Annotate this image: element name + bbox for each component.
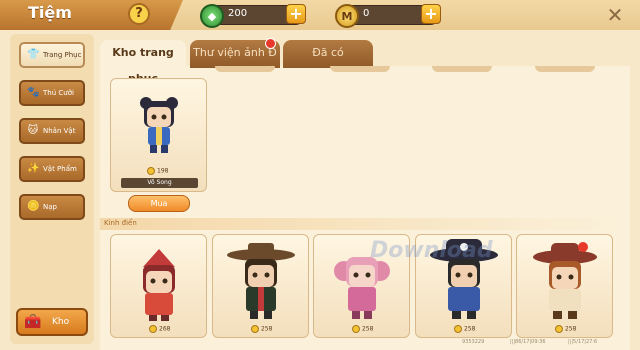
sidebar-item-nap[interactable]: 🪙 Nạp [19, 194, 85, 220]
section-divider [100, 218, 630, 230]
topup-icon: 🪙 [27, 201, 40, 212]
page-title: Tiệm [28, 3, 72, 22]
sidebar-item-label: Nhân Vật [43, 127, 76, 135]
footer-text: |||5/17|27:6 [568, 339, 598, 345]
coin-balance: M 0 + [335, 4, 441, 28]
outfit-card[interactable]: 258 [212, 234, 309, 338]
sidebar: 👕 Trang Phục 🐾 Thú Cưỡi 🐱 Nhân Vật ✨ Vật… [10, 34, 94, 344]
title-banner: Tiệm [0, 0, 183, 30]
help-button[interactable]: ? [128, 3, 150, 25]
tab-label: Thư viện ảnh Đ [193, 46, 277, 59]
card-edge [535, 66, 595, 72]
coin-icon: M [335, 4, 359, 28]
sidebar-item-thu-cuoi[interactable]: 🐾 Thú Cưỡi [19, 80, 85, 106]
coin-icon [251, 325, 259, 333]
add-coin-button[interactable]: + [421, 4, 441, 24]
close-button[interactable]: ✕ [604, 4, 626, 26]
kho-button[interactable]: 🧰 Kho [16, 308, 88, 336]
tab-da-co[interactable]: Đã có [283, 40, 373, 68]
sidebar-item-label: Vật Phẩm [43, 165, 77, 173]
gem-balance: ◆ 200 + [200, 4, 306, 28]
shirt-icon: 👕 [27, 49, 40, 60]
price: 258 [555, 325, 576, 333]
card-edge [215, 66, 275, 72]
sidebar-item-trang-phuc[interactable]: 👕 Trang Phục [19, 42, 85, 68]
outfit-card[interactable]: 268 [110, 234, 207, 338]
tab-thu-vien-anh[interactable]: Thư viện ảnh Đ [190, 38, 280, 68]
character-portrait [142, 249, 175, 321]
price: 198 [147, 167, 168, 175]
footer-text: |||86/17|09:36 [510, 339, 546, 345]
price: 258 [352, 325, 373, 333]
coin-icon [454, 325, 462, 333]
coin-icon [555, 325, 563, 333]
footer-text: 9353229 [462, 339, 485, 345]
character-portrait [226, 243, 295, 319]
coin-icon [149, 325, 157, 333]
sidebar-item-label: Nạp [43, 203, 57, 211]
sidebar-item-vat-pham[interactable]: ✨ Vật Phẩm [19, 156, 85, 182]
section-label: Kinh điển [104, 219, 137, 227]
character-portrait [532, 242, 597, 319]
outfit-card[interactable]: 258 [516, 234, 613, 338]
coin-value: 0 [363, 8, 370, 19]
sidebar-item-nhan-vat[interactable]: 🐱 Nhân Vật [19, 118, 85, 144]
character-icon: 🐱 [27, 125, 39, 136]
character-vo-song [139, 97, 178, 153]
coin-icon [352, 325, 360, 333]
card-edge [432, 66, 492, 72]
gem-value: 200 [228, 8, 248, 19]
buy-button[interactable]: Mua [128, 195, 190, 212]
featured-outfit-card[interactable]: 198 Võ Song [110, 78, 207, 192]
notification-dot-icon [265, 38, 276, 49]
tab-kho-trang-phuc[interactable]: Kho trang phục [100, 40, 186, 85]
outfit-name: Võ Song [121, 178, 198, 188]
mount-icon: 🐾 [27, 87, 40, 98]
add-gem-button[interactable]: + [286, 4, 306, 24]
chest-icon: 🧰 [24, 314, 42, 330]
sidebar-item-label: Thú Cưỡi [43, 89, 74, 97]
item-icon: ✨ [27, 163, 40, 174]
watermark: Download [370, 238, 493, 263]
card-edge [330, 66, 390, 72]
price: 258 [251, 325, 272, 333]
kho-label: Kho [52, 317, 70, 327]
price: 268 [149, 325, 170, 333]
gem-icon: ◆ [200, 4, 224, 28]
price: 258 [454, 325, 475, 333]
sidebar-item-label: Trang Phục [43, 51, 82, 59]
coin-icon [147, 167, 155, 175]
